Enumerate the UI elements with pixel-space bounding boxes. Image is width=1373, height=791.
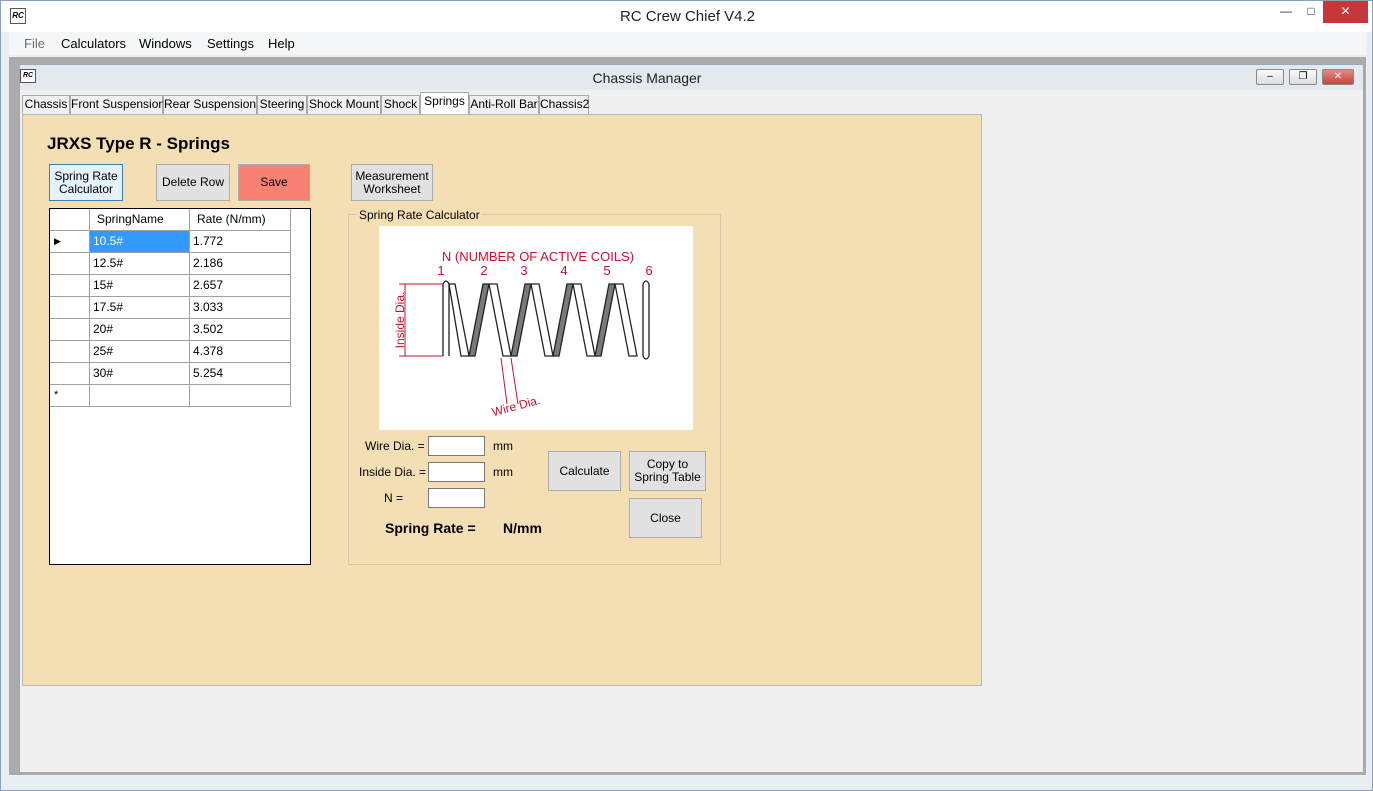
calculate-button[interactable]: Calculate <box>548 451 621 491</box>
maximize-button[interactable]: □ <box>1299 1 1323 23</box>
copy-to-spring-table-button[interactable]: Copy to Spring Table <box>629 451 706 491</box>
save-button[interactable]: Save <box>238 164 310 201</box>
row-header[interactable]: ▶ <box>50 231 90 253</box>
tab-rear-suspension[interactable]: Rear Suspension <box>163 95 257 114</box>
new-cell-rate[interactable] <box>190 385 291 407</box>
coil-number: 4 <box>560 263 567 278</box>
inside-dia-label: Inside Dia. = <box>359 465 427 479</box>
row-header[interactable] <box>50 363 90 385</box>
cell-springname[interactable]: 20# <box>90 319 190 341</box>
wire-dia-dimension <box>500 357 519 405</box>
table-row[interactable]: 15# 2.657 <box>50 275 291 297</box>
table-row[interactable]: ▶ 10.5# 1.772 <box>50 231 291 253</box>
new-cell-springname[interactable] <box>90 385 190 407</box>
menu-bar: File Calculators Windows Settings Help <box>9 32 1366 55</box>
springs-grid[interactable]: SpringName Rate (N/mm) ▶ 10.5# 1.772 12.… <box>49 208 311 565</box>
spring-coils <box>442 280 650 360</box>
cell-springname[interactable]: 10.5# <box>90 231 190 253</box>
springs-panel: JRXS Type R - Springs Spring Rate Calcul… <box>22 114 982 686</box>
new-row-header[interactable]: * <box>50 385 90 407</box>
window-title: RC Crew Chief V4.2 <box>619 8 756 25</box>
row-header[interactable] <box>50 319 90 341</box>
table-row[interactable]: 30# 5.254 <box>50 363 291 385</box>
title-bar: RC RC Crew Chief V4.2 — □ ✕ <box>1 1 1372 32</box>
spring-diagram: N (NUMBER OF ACTIVE COILS) 1 2 3 4 5 6 I… <box>379 226 693 430</box>
coils-title: N (NUMBER OF ACTIVE COILS) <box>442 249 634 264</box>
new-row[interactable]: * <box>50 385 291 407</box>
n-input[interactable] <box>428 488 485 508</box>
table-row[interactable]: 12.5# 2.186 <box>50 253 291 275</box>
mdi-workspace: RC Chassis Manager – ❐ ✕ Chassis Front S… <box>9 57 1366 775</box>
close-calculator-button[interactable]: Close <box>629 498 702 538</box>
inside-dia-input[interactable] <box>428 462 485 482</box>
inside-dia-unit: mm <box>493 465 513 479</box>
cell-rate[interactable]: 3.502 <box>190 319 291 341</box>
menu-windows[interactable]: Windows <box>139 36 192 51</box>
wire-dia-input[interactable] <box>428 436 485 456</box>
row-header[interactable] <box>50 297 90 319</box>
grid-header-row: SpringName Rate (N/mm) <box>50 209 291 231</box>
tab-springs[interactable]: Springs <box>420 92 469 114</box>
menu-calculators[interactable]: Calculators <box>61 36 126 51</box>
table-row[interactable]: 25# 4.378 <box>50 341 291 363</box>
child-restore-button[interactable]: ❐ <box>1289 69 1317 85</box>
coil-number: 1 <box>437 263 444 278</box>
tab-anti-roll-bar[interactable]: Anti-Roll Bar <box>469 95 539 114</box>
cell-springname[interactable]: 30# <box>90 363 190 385</box>
inside-dia-label: Inside Dia. <box>393 292 407 349</box>
tab-steering[interactable]: Steering <box>257 95 307 114</box>
cell-rate[interactable]: 2.186 <box>190 253 291 275</box>
tab-chassis[interactable]: Chassis <box>22 95 70 114</box>
spring-rate-unit: N/mm <box>503 520 542 536</box>
spring-rate-label: Spring Rate = <box>385 520 476 536</box>
close-button[interactable]: ✕ <box>1323 1 1368 23</box>
menu-settings[interactable]: Settings <box>207 36 254 51</box>
menu-help[interactable]: Help <box>268 36 295 51</box>
child-title-bar: RC Chassis Manager – ❐ ✕ <box>20 65 1363 90</box>
column-header-springname[interactable]: SpringName <box>90 209 190 231</box>
column-header-rate[interactable]: Rate (N/mm) <box>190 209 291 231</box>
grid-corner <box>50 209 90 231</box>
row-header[interactable] <box>50 275 90 297</box>
wire-dia-unit: mm <box>493 439 513 453</box>
delete-row-button[interactable]: Delete Row <box>156 164 230 201</box>
page-title: JRXS Type R - Springs <box>47 134 230 153</box>
cell-springname[interactable]: 15# <box>90 275 190 297</box>
cell-rate[interactable]: 5.254 <box>190 363 291 385</box>
main-window: RC RC Crew Chief V4.2 — □ ✕ File Calcula… <box>0 0 1373 791</box>
measurement-worksheet-button[interactable]: Measurement Worksheet <box>351 164 433 201</box>
child-minimize-button[interactable]: – <box>1256 69 1284 85</box>
wire-dia-label: Wire Dia. = <box>365 439 425 453</box>
coil-number: 3 <box>520 263 527 278</box>
menu-file[interactable]: File <box>24 36 45 51</box>
cell-springname[interactable]: 17.5# <box>90 297 190 319</box>
cell-rate[interactable]: 4.378 <box>190 341 291 363</box>
tab-shock[interactable]: Shock <box>381 95 420 114</box>
coil-number: 2 <box>480 263 487 278</box>
spring-rate-calculator-button[interactable]: Spring Rate Calculator <box>49 164 123 201</box>
cell-rate[interactable]: 3.033 <box>190 297 291 319</box>
child-window-title: Chassis Manager <box>592 70 702 86</box>
coil-number: 6 <box>645 263 652 278</box>
row-header[interactable] <box>50 341 90 363</box>
n-label: N = <box>384 491 404 505</box>
calculator-legend: Spring Rate Calculator <box>357 208 482 222</box>
table-row[interactable]: 17.5# 3.033 <box>50 297 291 319</box>
child-close-button[interactable]: ✕ <box>1322 69 1354 85</box>
tab-chassis2[interactable]: Chassis2 <box>539 95 589 114</box>
tab-front-suspension[interactable]: Front Suspension <box>70 95 165 114</box>
coil-number: 5 <box>603 263 610 278</box>
cell-rate[interactable]: 2.657 <box>190 275 291 297</box>
tab-shock-mount[interactable]: Shock Mount <box>307 95 381 114</box>
row-header[interactable] <box>50 253 90 275</box>
cell-springname[interactable]: 25# <box>90 341 190 363</box>
spring-diagram-image: N (NUMBER OF ACTIVE COILS) 1 2 3 4 5 6 I… <box>393 249 653 419</box>
cell-springname[interactable]: 12.5# <box>90 253 190 275</box>
cell-rate[interactable]: 1.772 <box>190 231 291 253</box>
chassis-manager-window: RC Chassis Manager – ❐ ✕ Chassis Front S… <box>19 64 1364 773</box>
minimize-button[interactable]: — <box>1273 1 1299 23</box>
wire-dia-label: Wire Dia. <box>490 393 541 419</box>
table-row[interactable]: 20# 3.502 <box>50 319 291 341</box>
